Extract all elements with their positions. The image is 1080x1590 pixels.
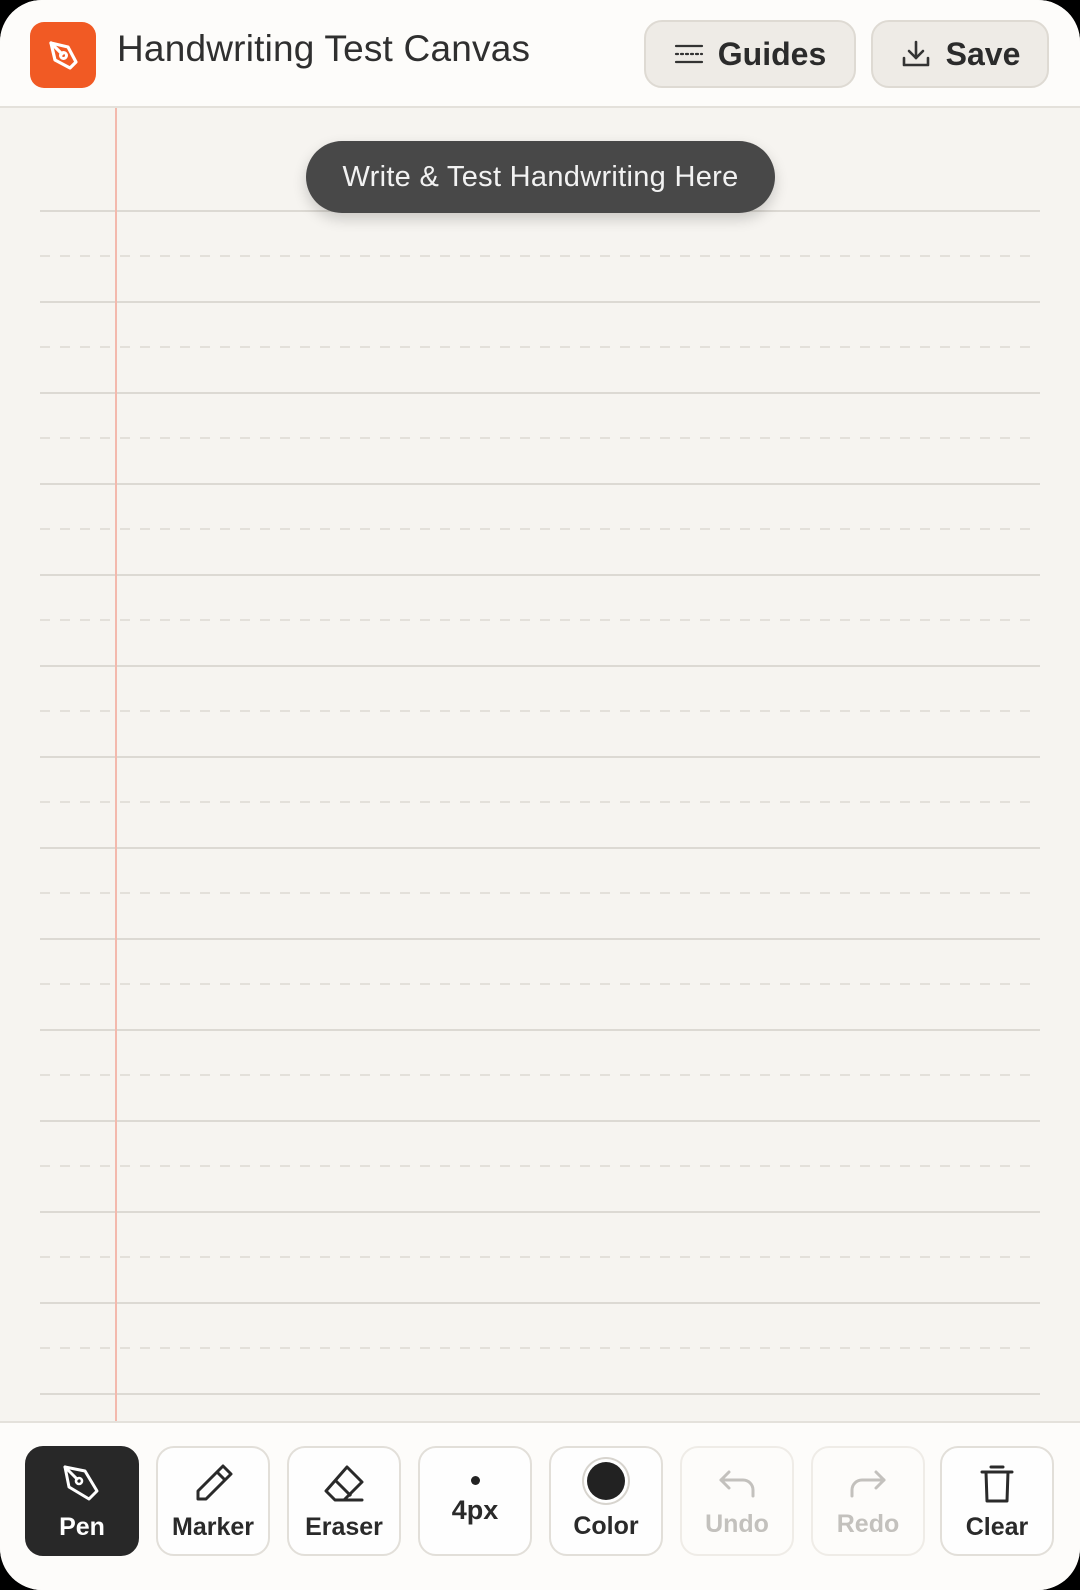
guides-button[interactable]: Guides xyxy=(644,20,856,88)
eraser-tool-label: Eraser xyxy=(305,1512,383,1541)
instruction-banner: Write & Test Handwriting Here xyxy=(306,141,775,213)
redo-label: Redo xyxy=(836,1509,900,1538)
pen-icon xyxy=(63,1465,99,1500)
eraser-tool-button[interactable]: Eraser xyxy=(287,1446,401,1556)
undo-button[interactable]: Undo xyxy=(680,1446,794,1556)
pen-tool-label: Pen xyxy=(59,1512,105,1541)
pen-nib-icon xyxy=(49,41,78,70)
redo-button[interactable]: Redo xyxy=(811,1446,925,1556)
eraser-icon xyxy=(324,1465,364,1501)
brush-size-button[interactable]: 4px xyxy=(418,1446,532,1556)
marker-icon xyxy=(196,1464,233,1500)
brush-size-dot-icon xyxy=(470,1476,480,1485)
pen-tool-button[interactable]: Pen xyxy=(25,1446,139,1556)
save-button[interactable]: Save xyxy=(871,20,1049,88)
color-picker-button[interactable]: Color xyxy=(549,1446,663,1556)
clear-label: Clear xyxy=(965,1512,1029,1541)
app-logo xyxy=(30,22,96,88)
guides-lines-icon xyxy=(674,44,703,64)
download-icon xyxy=(902,40,929,67)
color-picker-label: Color xyxy=(573,1511,639,1540)
marker-tool-label: Marker xyxy=(172,1512,254,1541)
undo-icon xyxy=(719,1470,755,1497)
drawing-canvas[interactable]: Write & Test Handwriting Here xyxy=(0,108,1080,1421)
undo-label: Undo xyxy=(705,1509,769,1538)
app-window: Handwriting Test Canvas Guides Save Writ… xyxy=(0,0,1080,1590)
save-button-label: Save xyxy=(945,35,1021,72)
ruled-paper-lines xyxy=(40,108,1040,1421)
marker-tool-button[interactable]: Marker xyxy=(156,1446,270,1556)
header-bar: Handwriting Test Canvas Guides Save xyxy=(0,0,1080,108)
brush-size-label: 4px xyxy=(451,1495,499,1525)
redo-icon xyxy=(850,1470,886,1497)
bottom-toolbar: Pen Marker Eraser 4px Color Undo Redo Cl… xyxy=(0,1421,1080,1590)
clear-button[interactable]: Clear xyxy=(940,1446,1054,1556)
trash-icon xyxy=(980,1465,1014,1502)
page-title: Handwriting Test Canvas xyxy=(117,28,531,69)
guides-button-label: Guides xyxy=(717,35,827,72)
color-swatch-icon xyxy=(587,1461,625,1500)
